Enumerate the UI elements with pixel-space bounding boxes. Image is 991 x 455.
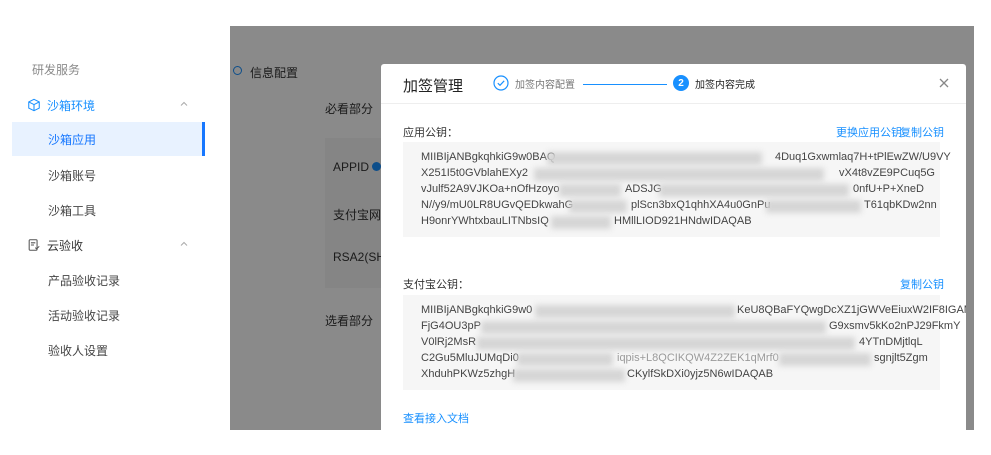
sidebar-item-label: 沙箱工具 bbox=[48, 203, 97, 218]
step-2-number: 2 bbox=[673, 75, 689, 91]
app-public-key-box: MIIBIjANBgkqhkiG9w0BAQ 4Duq1Gxwmlaq7H+tP… bbox=[403, 142, 951, 237]
key-line: MIIBIjANBgkqhkiG9w0BAQ 4Duq1Gxwmlaq7H+tP… bbox=[421, 151, 951, 165]
key-line: V0lRj2MsR 4YTnDMjtlqL bbox=[421, 336, 923, 350]
redacted-region bbox=[517, 353, 613, 366]
sidebar-item-sandbox-tools[interactable]: 沙箱工具 bbox=[12, 193, 205, 227]
sidebar-group-label: 沙箱环境 bbox=[47, 98, 96, 113]
close-icon[interactable] bbox=[937, 76, 951, 90]
redacted-region bbox=[477, 337, 855, 350]
sidebar-item-label: 沙箱应用 bbox=[48, 132, 97, 147]
sign-management-modal: 加签管理 加签内容配置 2 加签内容完成 应用公钥： 更换应用公钥 复制公钥 M… bbox=[381, 64, 966, 430]
cube-icon bbox=[28, 98, 40, 112]
sidebar-item-label: 活动验收记录 bbox=[48, 308, 121, 323]
key-line: C2Gu5MluJUMqDi0 iqpis+L8QCIKQW4Z2ZEK1qMr… bbox=[421, 352, 928, 366]
redacted-region bbox=[659, 184, 849, 197]
sidebar-group-label: 云验收 bbox=[47, 238, 84, 253]
redacted-region bbox=[535, 305, 735, 318]
check-circle-icon bbox=[493, 75, 509, 91]
key-line: XhduhPKWz5zhgH CKylfSkDXi0yjz5N6wIDAQAB bbox=[421, 368, 774, 382]
redacted-region bbox=[513, 369, 625, 382]
watermark: https://blog.csdn.net/qq_30285985 bbox=[760, 405, 929, 417]
page: 研发服务 沙箱环境 沙箱应用 沙箱账号 沙箱工具 云验收 产品验收记录 活动验收… bbox=[0, 0, 991, 455]
sidebar-item-activity-records[interactable]: 活动验收记录 bbox=[12, 298, 205, 332]
key-line: N//y9/mU0LR8UGvQEDkwahG plScn3bxQ1qhhXA4… bbox=[421, 199, 937, 213]
copy-alipay-key-link[interactable]: 复制公钥 bbox=[900, 276, 944, 292]
alipay-public-key-label: 支付宝公钥： bbox=[403, 279, 469, 291]
redacted-region bbox=[569, 200, 627, 213]
sidebar-item-label: 沙箱账号 bbox=[48, 168, 97, 183]
view-docs-link[interactable]: 查看接入文档 bbox=[403, 410, 469, 426]
key-line: MIIBIjANBgkqhkiG9w0 KeU8QBaFYQwgDcXZ1jGW… bbox=[421, 304, 966, 318]
sidebar-item-label: 产品验收记录 bbox=[48, 273, 121, 288]
redacted-region bbox=[766, 200, 861, 213]
redacted-region bbox=[481, 321, 826, 334]
sidebar-item-acceptor-settings[interactable]: 验收人设置 bbox=[12, 333, 205, 367]
step-1-label: 加签内容配置 bbox=[515, 79, 575, 91]
key-line: X251I5t0GVblahEXy2 vX4t8vZE9PCuq5G bbox=[421, 167, 935, 181]
modal-header: 加签管理 加签内容配置 2 加签内容完成 bbox=[381, 64, 966, 104]
redacted-region bbox=[559, 184, 621, 197]
redacted-region bbox=[534, 168, 824, 181]
copy-app-key-link[interactable]: 复制公钥 bbox=[900, 124, 944, 140]
sidebar-item-sandbox-app[interactable]: 沙箱应用 bbox=[12, 122, 205, 156]
step-2-label: 加签内容完成 bbox=[695, 79, 755, 91]
sidebar-item-product-records[interactable]: 产品验收记录 bbox=[12, 263, 205, 297]
step-1: 加签内容配置 bbox=[493, 75, 575, 91]
sidebar-item-sandbox-account[interactable]: 沙箱账号 bbox=[12, 158, 205, 192]
chevron-up-icon bbox=[180, 101, 188, 106]
chevron-up-icon bbox=[180, 241, 188, 246]
modal-title: 加签管理 bbox=[403, 78, 464, 95]
step-2: 2 加签内容完成 bbox=[673, 75, 755, 91]
sidebar: 研发服务 沙箱环境 沙箱应用 沙箱账号 沙箱工具 云验收 产品验收记录 活动验收… bbox=[12, 26, 205, 430]
sidebar-group-sandbox[interactable]: 沙箱环境 bbox=[12, 88, 205, 122]
key-line: H9onrYWhtxbauLITNbsIQ HMllLIOD921HNdwIDA… bbox=[421, 215, 752, 229]
alipay-public-key-box: MIIBIjANBgkqhkiG9w0 KeU8QBaFYQwgDcXZ1jGW… bbox=[403, 295, 966, 390]
sidebar-item-label: 验收人设置 bbox=[48, 343, 109, 358]
sidebar-section-title: 研发服务 bbox=[32, 63, 81, 77]
sidebar-group-acceptance[interactable]: 云验收 bbox=[12, 228, 205, 262]
redacted-region bbox=[779, 353, 871, 366]
change-app-key-link[interactable]: 更换应用公钥 bbox=[836, 124, 902, 140]
key-line: FjG4OU3pP G9xsmv5kKo2nPJ29FkmY bbox=[421, 320, 961, 334]
key-line: vJulf52A9VJKOa+nOfHzoyo ADSJG 0nfU+P+Xne… bbox=[421, 183, 924, 197]
checklist-icon bbox=[28, 239, 40, 251]
step-connector bbox=[583, 84, 667, 85]
app-public-key-label: 应用公钥： bbox=[403, 127, 458, 139]
redacted-region bbox=[551, 216, 611, 229]
redacted-region bbox=[547, 152, 762, 165]
